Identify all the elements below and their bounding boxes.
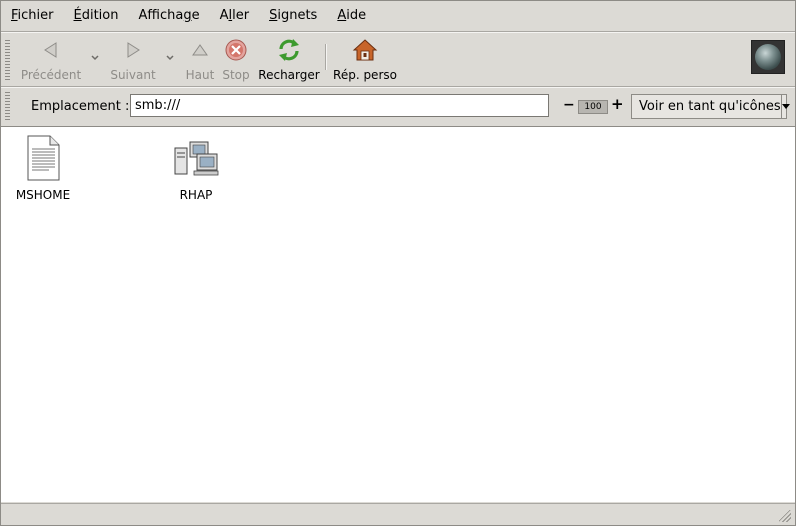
menu-fichier[interactable]: Fichier (1, 1, 64, 31)
mnemonic: g (183, 8, 192, 23)
menu-signets[interactable]: Signets (259, 1, 327, 31)
chevron-down-icon (780, 95, 790, 118)
toolbar-grip-handle[interactable] (5, 40, 10, 80)
menu-edition[interactable]: Édition (64, 1, 129, 31)
forward-history-chevron-down-icon[interactable] (165, 52, 175, 62)
file-item-mshome[interactable]: MSHOME (0, 134, 88, 202)
home-button[interactable]: Rép. perso (331, 34, 399, 85)
menu-label: Afficha (138, 8, 184, 23)
location-bar: Emplacement : − 100 + Voir en tant qu'ic… (1, 88, 795, 124)
menu-label: dition (81, 8, 119, 23)
file-item-label: RHAP (179, 188, 213, 202)
network-computers-icon (172, 134, 220, 182)
locationbar-grip-handle[interactable] (5, 92, 10, 120)
menubar-separator (1, 31, 795, 33)
view-as-select[interactable]: Voir en tant qu'icônes (631, 94, 790, 119)
menu-label: ichier (17, 8, 54, 23)
menu-affichage[interactable]: Affichage (128, 1, 209, 31)
home-label: Rép. perso (333, 68, 397, 82)
menu-label: ide (346, 8, 367, 23)
menu-label: e (191, 8, 200, 23)
zoom-in-button[interactable]: + (611, 97, 624, 112)
menubar: Fichier Édition Affichage Aller Signets … (1, 1, 795, 31)
stop-button[interactable]: Stop (219, 34, 253, 85)
menu-aller[interactable]: Aller (210, 1, 260, 31)
up-arrow-icon (191, 36, 209, 64)
zoom-out-button[interactable]: − (563, 98, 575, 112)
view-as-value: Voir en tant qu'icônes (639, 99, 781, 114)
menu-aide[interactable]: Aide (327, 1, 376, 31)
reload-label: Recharger (258, 68, 320, 82)
document-icon (25, 134, 61, 182)
toolbar-separator (325, 44, 327, 70)
back-arrow-icon (42, 36, 60, 64)
statusbar (1, 503, 795, 525)
location-label: Emplacement : (31, 99, 130, 114)
file-item-label: MSHOME (15, 188, 71, 202)
stop-icon (224, 36, 248, 64)
mnemonic: A (337, 8, 347, 23)
reload-icon (276, 36, 302, 64)
back-history-chevron-down-icon[interactable] (90, 52, 100, 62)
forward-label: Suivant (110, 68, 156, 82)
zoom-level[interactable]: 100 (578, 100, 608, 114)
menu-label: ignets (277, 8, 318, 23)
up-button[interactable]: Haut (183, 34, 217, 85)
file-item-rhap[interactable]: RHAP (151, 134, 241, 202)
mnemonic: É (73, 8, 82, 23)
stop-label: Stop (222, 68, 250, 82)
throbber-activity-icon (751, 40, 785, 74)
throbber-ball (755, 44, 781, 70)
back-label: Précédent (20, 68, 82, 82)
back-button[interactable]: Précédent (18, 34, 84, 85)
resize-grip-handle[interactable] (779, 510, 791, 522)
file-view[interactable]: MSHOME RHAP (1, 126, 795, 502)
up-label: Haut (185, 68, 215, 82)
reload-button[interactable]: Recharger (257, 34, 321, 85)
toolbar: Précédent Suivant Haut Stop Recharger Ré… (1, 34, 795, 85)
location-input[interactable] (130, 94, 549, 117)
home-icon (352, 36, 378, 64)
forward-button[interactable]: Suivant (105, 34, 161, 85)
menu-label: ler (232, 8, 250, 23)
forward-arrow-icon (124, 36, 142, 64)
